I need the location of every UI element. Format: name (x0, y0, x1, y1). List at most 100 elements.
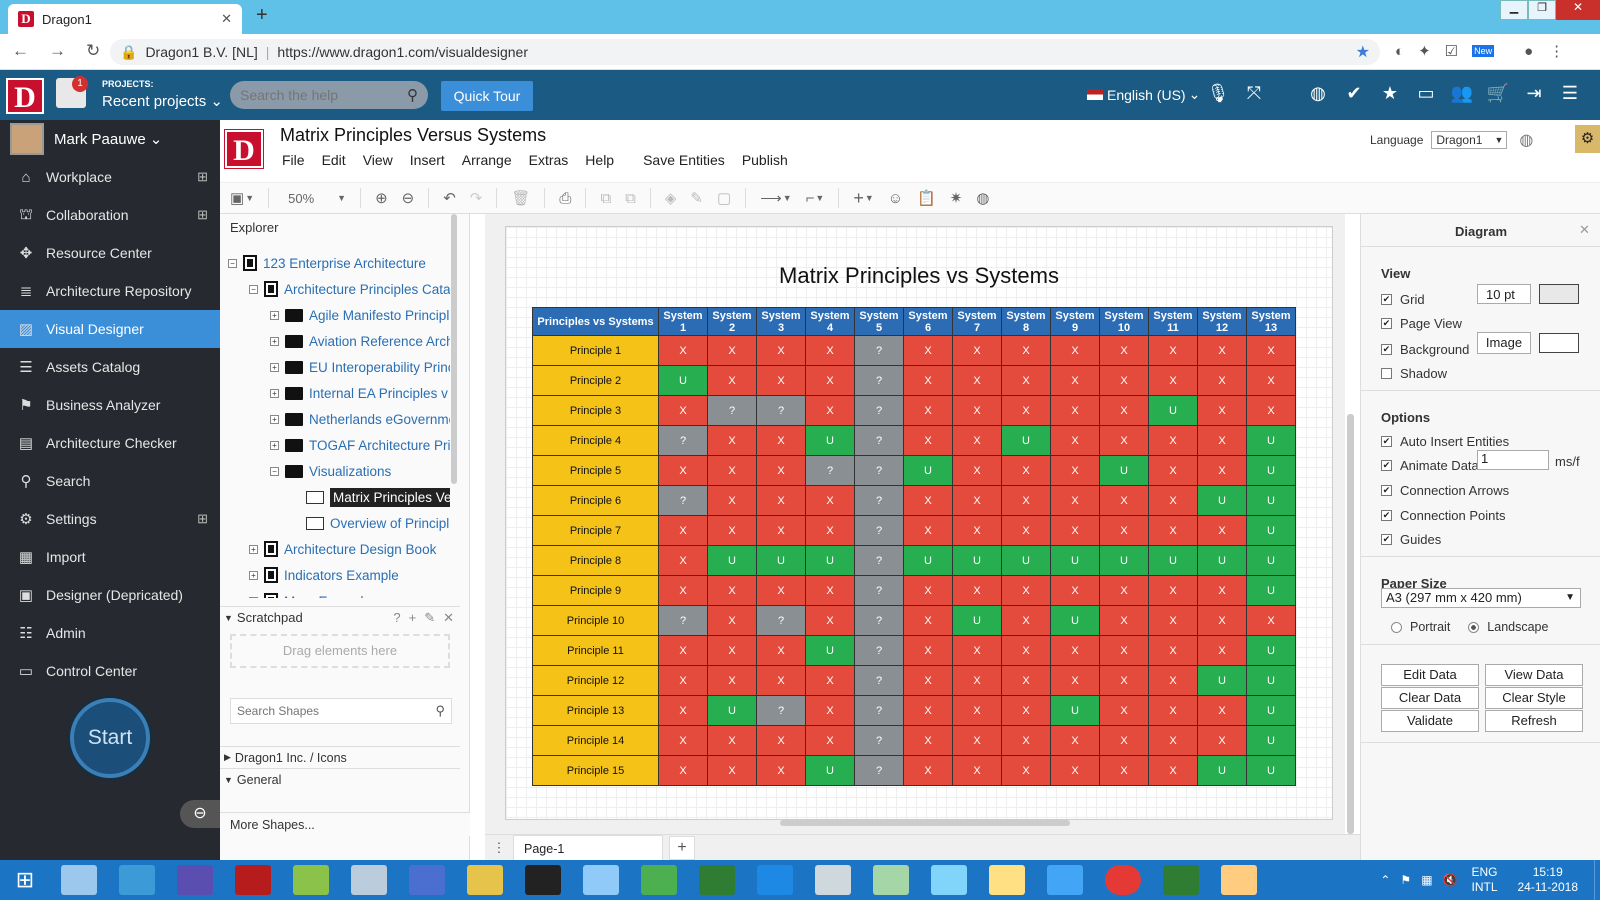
matrix-cell[interactable]: X (1001, 335, 1051, 366)
tree-item[interactable]: − 123 Enterprise Architecture (228, 250, 450, 276)
forward-icon[interactable]: → (49, 41, 66, 61)
paper-size-select[interactable]: A3 (297 mm x 420 mm) ▼ (1381, 588, 1581, 608)
matrix-cell[interactable]: X (1148, 575, 1198, 606)
principle-label-cell[interactable]: Principle 2 (532, 365, 659, 396)
start-button[interactable]: Start (70, 698, 150, 778)
scratchpad-header[interactable]: ▼ Scratchpad ? + ✎ ✕ (220, 606, 460, 628)
search-icon[interactable]: ⚲ (407, 86, 418, 104)
matrix-cell[interactable]: U (1246, 695, 1296, 726)
matrix-cell[interactable]: X (952, 575, 1002, 606)
internet-explorer-icon[interactable] (1047, 865, 1083, 895)
matrix-cell[interactable]: X (1197, 515, 1247, 546)
matrix-cell[interactable]: X (1050, 665, 1100, 696)
tree-item[interactable]: Overview of Principl (228, 510, 450, 536)
edit-data-button[interactable]: Edit Data (1381, 664, 1479, 686)
matrix-cell[interactable]: X (903, 635, 953, 666)
infinity-app-icon[interactable] (409, 865, 445, 895)
animate-data-checkbox[interactable]: ✔ (1381, 460, 1392, 471)
matrix-cell[interactable]: X (1050, 455, 1100, 486)
menu-help[interactable]: Help (585, 152, 614, 168)
tree-expand-icon[interactable]: − (228, 258, 237, 268)
matrix-cell[interactable]: X (903, 575, 953, 606)
collapse-sidebar-icon[interactable]: ⊖ (180, 800, 220, 828)
matrix-cell[interactable]: X (805, 725, 855, 756)
tree-expand-icon[interactable]: + (249, 596, 258, 598)
matrix-cell[interactable]: X (903, 605, 953, 636)
help-search-input[interactable] (240, 87, 390, 103)
matrix-cell[interactable]: U (1148, 545, 1198, 576)
avatar[interactable] (10, 123, 44, 155)
matrix-cell[interactable]: X (1001, 635, 1051, 666)
matrix-cell[interactable]: U (952, 605, 1002, 636)
sidebar-item-admin[interactable]: ☷ Admin (0, 614, 220, 652)
matrix-cell[interactable]: U (1246, 575, 1296, 606)
matrix-cell[interactable]: X (903, 365, 953, 396)
matrix-cell[interactable]: ? (854, 695, 904, 726)
matrix-cell[interactable]: X (952, 665, 1002, 696)
matrix-cell[interactable]: X (658, 545, 708, 576)
matrix-cell[interactable]: X (1001, 695, 1051, 726)
matrix-cell[interactable]: X (1001, 515, 1051, 546)
matrix-cell[interactable]: X (805, 395, 855, 426)
matrix-cell[interactable]: X (1148, 665, 1198, 696)
matrix-cell[interactable]: ? (854, 485, 904, 516)
matrix-cell[interactable]: X (805, 365, 855, 396)
tree-expand-icon[interactable]: + (270, 336, 279, 346)
matrix-cell[interactable]: X (903, 395, 953, 426)
matrix-cell[interactable]: X (1246, 365, 1296, 396)
to-back-icon[interactable]: ⧉ (625, 190, 636, 207)
matrix-cell[interactable]: X (952, 365, 1002, 396)
chart-app-icon[interactable] (293, 865, 329, 895)
microphone-icon[interactable]: 🎙 (1200, 83, 1236, 104)
tree-expand-icon[interactable]: + (270, 310, 279, 320)
matrix-cell[interactable]: ? (805, 455, 855, 486)
matrix-cell[interactable]: X (1246, 605, 1296, 636)
matrix-cell[interactable]: X (1050, 425, 1100, 456)
matrix-cell[interactable]: X (1001, 665, 1051, 696)
sidebar-item-visual-designer[interactable]: ▨ Visual Designer (0, 310, 220, 348)
matrix-cell[interactable]: U (1246, 755, 1296, 786)
user-name[interactable]: Mark Paauwe (54, 131, 146, 148)
matrix-cell[interactable]: U (1148, 395, 1198, 426)
matrix-cell[interactable]: X (658, 725, 708, 756)
expand-plus-icon[interactable]: ⊞ (197, 169, 208, 185)
connection-icon[interactable]: ⟶ (760, 189, 782, 207)
matrix-cell[interactable]: X (1148, 695, 1198, 726)
principle-label-cell[interactable]: Principle 10 (532, 605, 659, 636)
browser-tab[interactable]: D Dragon1 ✕ (8, 4, 242, 34)
matrix-cell[interactable]: X (756, 515, 806, 546)
matrix-cell[interactable]: X (952, 425, 1002, 456)
auto-insert-checkbox[interactable]: ✔ (1381, 436, 1392, 447)
close-tab-icon[interactable]: ✕ (221, 11, 232, 27)
settings-gears-icon[interactable]: ⚙ (1575, 125, 1600, 153)
matrix-cell[interactable]: X (707, 455, 757, 486)
fullscreen-icon[interactable]: ⤧ (1236, 83, 1272, 104)
matrix-cell[interactable]: X (756, 755, 806, 786)
new-tab-icon[interactable]: + (256, 4, 268, 27)
extension-pin-icon[interactable]: ✦ (1418, 42, 1431, 60)
matrix-cell[interactable]: ? (854, 545, 904, 576)
sidebar-item-control-center[interactable]: ▭ Control Center (0, 652, 220, 690)
matrix-cell[interactable]: U (1050, 545, 1100, 576)
star-icon[interactable]: ★ (1372, 83, 1408, 104)
matrix-cell[interactable]: X (1001, 755, 1051, 786)
matrix-cell[interactable]: X (1197, 635, 1247, 666)
dragon1-logo[interactable]: D (6, 78, 44, 114)
principle-label-cell[interactable]: Principle 14 (532, 725, 659, 756)
tree-expand-icon[interactable]: − (249, 284, 258, 294)
scratchpad-dropzone[interactable]: Drag elements here (230, 634, 450, 668)
matrix-cell[interactable]: X (1148, 455, 1198, 486)
matrix-cell[interactable]: ? (854, 395, 904, 426)
menu-extras[interactable]: Extras (529, 152, 569, 168)
matrix-cell[interactable]: X (1197, 695, 1247, 726)
matrix-cell[interactable]: U (1197, 545, 1247, 576)
matrix-cell[interactable]: X (1148, 605, 1198, 636)
tree-item[interactable]: + Indicators Example (228, 562, 450, 588)
matrix-cell[interactable]: X (707, 755, 757, 786)
matrix-cell[interactable]: X (1050, 755, 1100, 786)
bookmark-star-icon[interactable]: ★ (1356, 42, 1370, 62)
file-explorer-icon[interactable] (61, 865, 97, 895)
tree-item[interactable]: Matrix Principles Ver (228, 484, 450, 510)
sidebar-item-resource-center[interactable]: ✥ Resource Center (0, 234, 220, 272)
matrix-cell[interactable]: X (658, 665, 708, 696)
